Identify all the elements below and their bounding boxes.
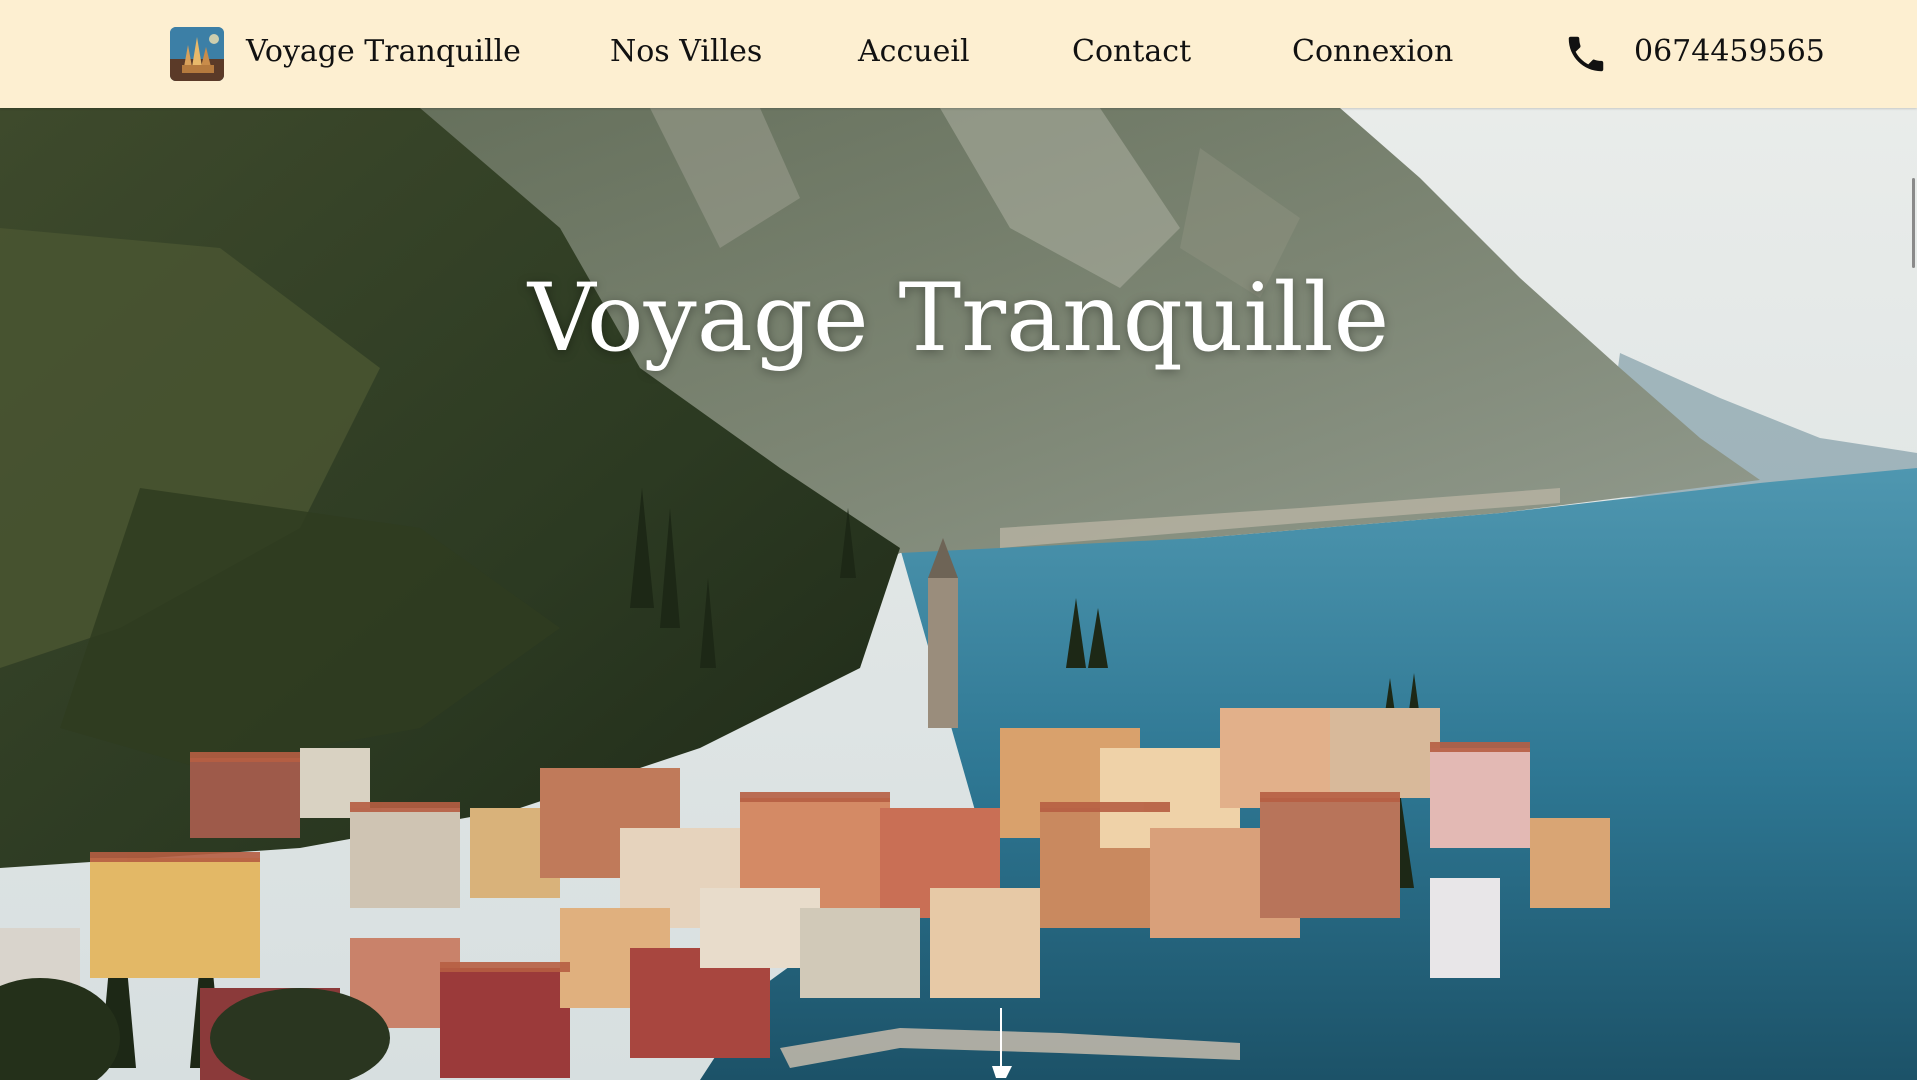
castle-logo-icon[interactable] bbox=[170, 27, 224, 81]
brand-link[interactable]: Voyage Tranquille bbox=[246, 34, 521, 69]
aerial-lakeside-village-photo bbox=[0, 108, 1917, 1080]
hero-title: Voyage Tranquille bbox=[527, 264, 1390, 373]
nav-accueil[interactable]: Accueil bbox=[858, 34, 970, 69]
nav-connexion[interactable]: Connexion bbox=[1292, 34, 1453, 69]
phone-number[interactable]: 0674459565 bbox=[1634, 34, 1825, 69]
phone-icon bbox=[1568, 36, 1604, 72]
hero-section: Voyage Tranquille bbox=[0, 108, 1917, 1080]
page-scrollbar[interactable] bbox=[1912, 108, 1917, 1080]
nav-nos-villes[interactable]: Nos Villes bbox=[610, 34, 762, 69]
site-header: Voyage Tranquille Nos Villes Accueil Con… bbox=[0, 0, 1917, 108]
nav-contact[interactable]: Contact bbox=[1072, 34, 1191, 69]
scrollbar-thumb[interactable] bbox=[1912, 178, 1915, 268]
